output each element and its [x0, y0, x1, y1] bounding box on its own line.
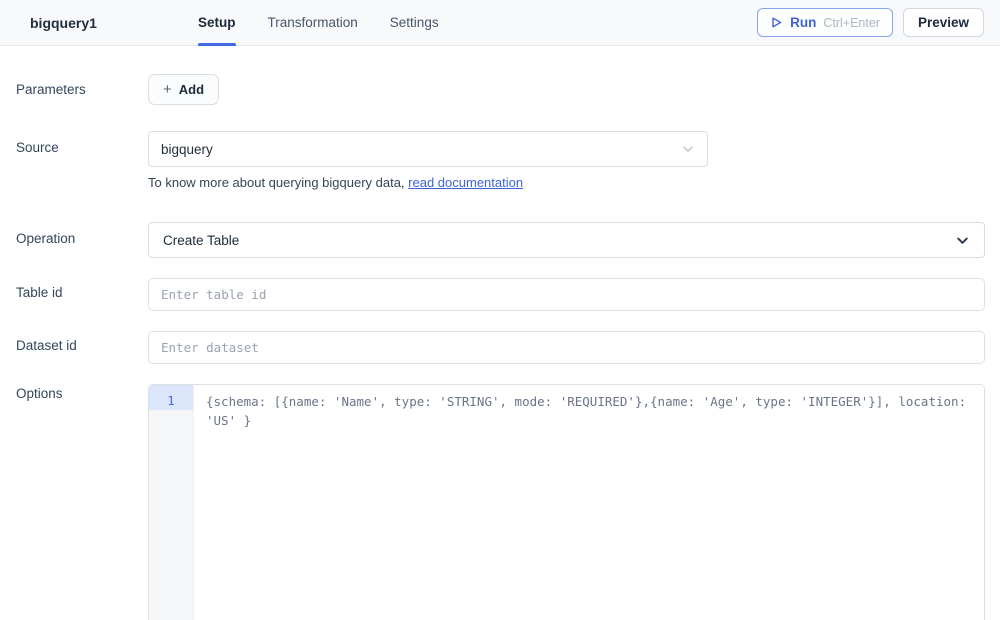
options-code-content[interactable]: {schema: [{name: 'Name', type: 'STRING',…: [194, 385, 984, 620]
dataset-id-label: Dataset id: [0, 331, 148, 353]
parameters-label: Parameters: [0, 74, 148, 97]
tab-bar: Setup Transformation Settings: [198, 0, 439, 45]
table-id-label: Table id: [0, 278, 148, 300]
source-row: Source bigquery To know more about query…: [0, 131, 1000, 190]
line-number: 1: [149, 385, 193, 410]
dataset-id-input[interactable]: [148, 331, 985, 364]
add-parameter-button[interactable]: + Add: [148, 74, 219, 105]
run-button-label: Run: [790, 15, 816, 30]
chevron-down-icon: [681, 142, 695, 156]
plus-icon: +: [163, 82, 172, 97]
source-select-value: bigquery: [161, 142, 681, 157]
add-parameter-label: Add: [179, 82, 204, 97]
operation-select[interactable]: Create Table: [148, 222, 985, 258]
options-code-editor[interactable]: 1 {schema: [{name: 'Name', type: 'STRING…: [148, 384, 985, 620]
tab-transformation[interactable]: Transformation: [268, 0, 358, 45]
source-help-prefix: To know more about querying bigquery dat…: [148, 175, 408, 190]
table-id-input[interactable]: [148, 278, 985, 311]
tab-settings[interactable]: Settings: [390, 0, 439, 45]
play-icon: [770, 16, 783, 29]
source-label: Source: [0, 131, 148, 155]
table-id-row: Table id: [0, 278, 1000, 311]
dataset-id-row: Dataset id: [0, 331, 1000, 364]
run-button[interactable]: Run Ctrl+Enter: [757, 8, 893, 37]
run-shortcut-hint: Ctrl+Enter: [823, 16, 880, 30]
options-label: Options: [0, 384, 148, 401]
query-title[interactable]: bigquery1: [30, 15, 150, 31]
line-number-gutter: 1: [149, 385, 194, 620]
query-setup-form: Parameters + Add Source bigquery To know…: [0, 46, 1000, 620]
parameters-row: Parameters + Add: [0, 74, 1000, 105]
query-editor-header: bigquery1 Setup Transformation Settings …: [0, 0, 1000, 46]
operation-row: Operation Create Table: [0, 222, 1000, 258]
source-help-text: To know more about querying bigquery dat…: [148, 175, 985, 190]
operation-select-value: Create Table: [163, 233, 955, 248]
preview-button[interactable]: Preview: [903, 8, 984, 37]
header-actions: Run Ctrl+Enter Preview: [757, 8, 984, 37]
options-row: Options 1 {schema: [{name: 'Name', type:…: [0, 384, 1000, 620]
read-documentation-link[interactable]: read documentation: [408, 175, 523, 190]
operation-label: Operation: [0, 222, 148, 246]
tab-setup[interactable]: Setup: [198, 0, 236, 45]
source-select[interactable]: bigquery: [148, 131, 708, 167]
chevron-down-icon: [955, 233, 970, 248]
